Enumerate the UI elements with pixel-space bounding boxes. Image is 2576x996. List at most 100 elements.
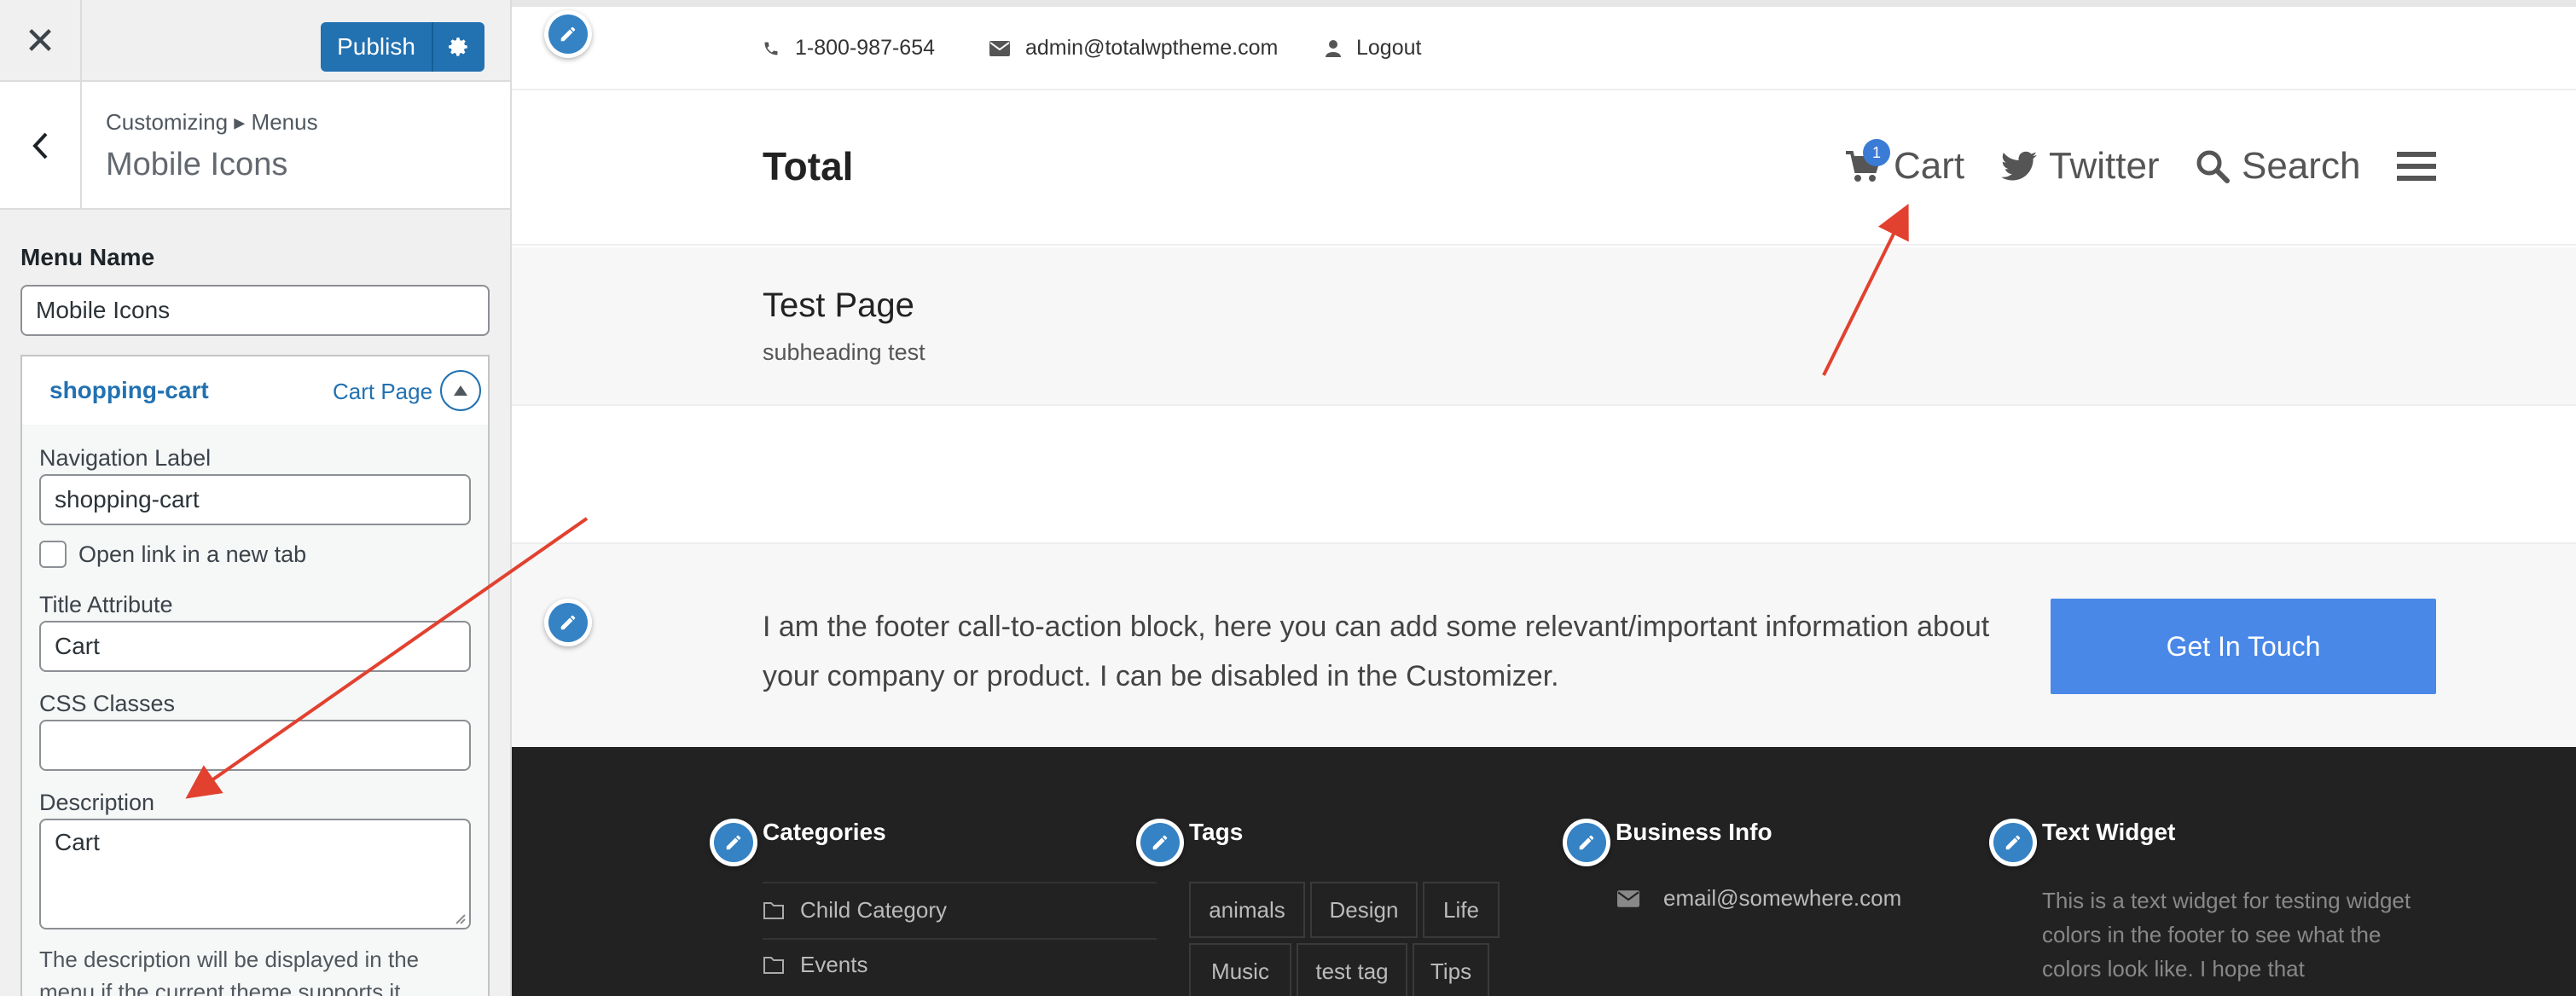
pencil-icon — [560, 615, 576, 630]
envelope-icon — [1617, 889, 1639, 907]
back-button[interactable] — [0, 82, 82, 210]
tag-link[interactable]: Life — [1423, 882, 1500, 938]
topbar-logout[interactable]: Logout — [1326, 36, 1421, 61]
page-header: Test Page subheading test — [512, 247, 2576, 406]
title-attribute-input[interactable]: Cart — [39, 621, 471, 672]
pencil-circle — [1140, 823, 1180, 862]
close-customizer-button[interactable]: ✕ — [0, 0, 82, 82]
folder-icon — [763, 956, 784, 974]
publish-settings-button[interactable] — [433, 36, 484, 58]
pencil-icon — [1579, 835, 1594, 850]
customizer-sidebar: ✕ Publish Customizing ▸ Menus Mobile Ico… — [0, 0, 512, 996]
open-new-tab-label: Open link in a new tab — [78, 541, 307, 567]
nav-twitter-label: Twitter — [2049, 145, 2160, 187]
nav-search-label: Search — [2242, 145, 2361, 187]
description-textarea[interactable]: Cart — [39, 819, 471, 929]
get-in-touch-button[interactable]: Get In Touch — [2051, 599, 2436, 694]
pencil-circle — [1993, 823, 2033, 862]
description-label: Description — [39, 790, 155, 815]
pencil-icon — [2005, 835, 2021, 850]
open-new-tab-row: Open link in a new tab — [39, 541, 306, 568]
description-help-text: The description will be displayed in the… — [39, 947, 420, 996]
site-logo[interactable]: Total — [763, 143, 853, 189]
resize-handle-icon[interactable] — [452, 911, 466, 924]
css-classes-input[interactable] — [39, 720, 471, 771]
footer-text-widget-title: Text Widget — [2042, 819, 2176, 845]
nav-item-search[interactable]: Search — [2196, 145, 2360, 188]
menu-item-header[interactable]: shopping-cart Cart Page — [22, 356, 488, 425]
cart-icon-wrap: 1 — [1844, 139, 1890, 183]
footer-category-label: Events — [800, 952, 868, 977]
envelope-icon — [989, 40, 1010, 56]
tag-link[interactable]: Music — [1189, 943, 1291, 996]
site-header: Total 1 Cart Twitter Search — [512, 92, 2576, 246]
menu-item-toggle-button[interactable] — [440, 370, 481, 411]
close-icon: ✕ — [24, 20, 56, 62]
hamburger-menu-button[interactable] — [2397, 150, 2436, 182]
tag-link[interactable]: Design — [1310, 882, 1418, 938]
site-preview: 1-800-987-654 admin@totalwptheme.com Log… — [512, 0, 2576, 996]
cta-text: I am the footer call-to-action block, he… — [763, 611, 1990, 692]
topbar-email-text: admin@totalwptheme.com — [1025, 36, 1279, 60]
footer-category-label: Child Category — [800, 897, 947, 923]
topbar-phone[interactable]: 1-800-987-654 — [763, 36, 935, 61]
css-classes-label: CSS Classes — [39, 691, 176, 716]
edit-categories-pencil[interactable] — [710, 819, 757, 866]
menu-item-type: Cart Page — [333, 379, 433, 404]
pencil-circle — [548, 14, 588, 54]
cart-count-badge: 1 — [1863, 139, 1890, 166]
text-widget-body: This is a text widget for testing widget… — [2042, 888, 2411, 982]
page-subheading: subheading test — [763, 339, 925, 365]
publish-button[interactable]: Publish — [321, 22, 484, 72]
breadcrumb: Customizing ▸ Menus — [106, 109, 318, 135]
top-bar: 1-800-987-654 admin@totalwptheme.com Log… — [512, 7, 2576, 90]
page-title: Test Page — [763, 287, 914, 324]
business-email[interactable]: email@somewhere.com — [1617, 885, 1901, 912]
hamburger-icon — [2397, 152, 2436, 181]
pencil-icon — [1152, 835, 1168, 850]
edit-topbar-pencil[interactable] — [544, 10, 592, 58]
open-new-tab-checkbox[interactable] — [39, 541, 67, 568]
edit-cta-pencil[interactable] — [544, 599, 592, 646]
topbar-phone-text: 1-800-987-654 — [795, 36, 936, 60]
panel-title: Mobile Icons — [106, 147, 288, 182]
title-attribute-label: Title Attribute — [39, 592, 173, 617]
description-value: Cart — [55, 829, 100, 855]
footer-business-title: Business Info — [1616, 819, 1772, 845]
topbar-email[interactable]: admin@totalwptheme.com — [989, 36, 1278, 61]
twitter-icon — [2001, 151, 2037, 181]
gear-icon — [449, 38, 467, 56]
caret-up-icon — [454, 385, 467, 396]
tag-link[interactable]: test tag — [1297, 943, 1407, 996]
footer-divider — [763, 882, 1157, 883]
search-icon — [2196, 150, 2230, 183]
pencil-icon — [726, 835, 741, 850]
footer-categories-title: Categories — [763, 819, 886, 845]
nav-cart-label: Cart — [1894, 145, 1965, 187]
preview-top-border — [512, 0, 2576, 7]
navigation-label-label: Navigation Label — [39, 445, 212, 471]
site-footer: Categories Child Category Events Tags an… — [512, 747, 2576, 996]
footer-category-item[interactable]: Child Category — [763, 897, 947, 924]
edit-business-pencil[interactable] — [1563, 819, 1610, 866]
pencil-circle — [1567, 823, 1606, 862]
tag-link[interactable]: animals — [1189, 882, 1305, 938]
customizer-window: ✕ Publish Customizing ▸ Menus Mobile Ico… — [0, 0, 2576, 996]
pencil-icon — [560, 26, 576, 42]
footer-tags-title: Tags — [1189, 819, 1244, 845]
footer-category-item[interactable]: Events — [763, 952, 868, 978]
folder-icon — [763, 901, 784, 919]
nav-item-twitter[interactable]: Twitter — [2001, 145, 2160, 188]
footer-divider — [763, 938, 1157, 940]
nav-item-cart[interactable]: 1 Cart — [1844, 139, 1965, 188]
navigation-label-input[interactable]: shopping-cart — [39, 474, 471, 525]
menu-item-title: shopping-cart — [49, 377, 209, 403]
chevron-left-icon — [32, 132, 48, 159]
edit-text-widget-pencil[interactable] — [1989, 819, 2037, 866]
tag-link[interactable]: Tips — [1413, 943, 1489, 996]
edit-tags-pencil[interactable] — [1136, 819, 1184, 866]
pencil-circle — [714, 823, 753, 862]
menu-name-input[interactable]: Mobile Icons — [20, 285, 490, 336]
topbar-logout-text: Logout — [1356, 36, 1422, 60]
footer-cta: I am the footer call-to-action block, he… — [512, 542, 2576, 747]
